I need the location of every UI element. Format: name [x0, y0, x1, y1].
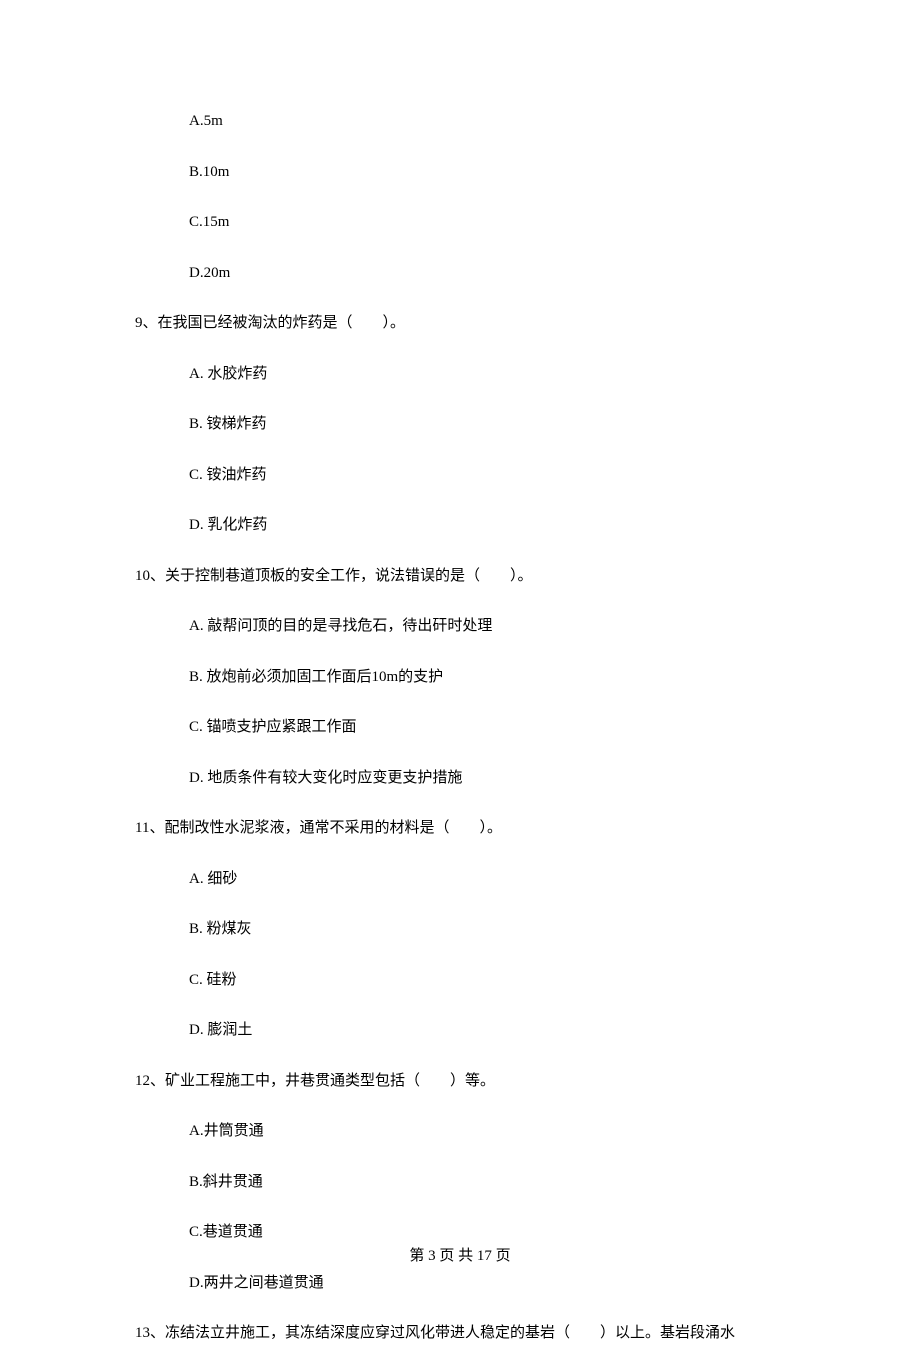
q10-option-c: C. 锚喷支护应紧跟工作面: [189, 716, 785, 739]
q12-option-b: B.斜井贯通: [189, 1171, 785, 1194]
q11-option-d: D. 膨润土: [189, 1019, 785, 1042]
q8-option-c: C.15m: [189, 211, 785, 234]
q11-option-b: B. 粉煤灰: [189, 918, 785, 941]
q9-option-d: D. 乳化炸药: [189, 514, 785, 537]
q13-stem: 13、冻结法立井施工，其冻结深度应穿过风化带进人稳定的基岩（ ）以上。基岩段涌水: [135, 1322, 785, 1345]
q8-option-b: B.10m: [189, 161, 785, 184]
q8-option-d: D.20m: [189, 262, 785, 285]
q9-option-c: C. 铵油炸药: [189, 464, 785, 487]
q8-option-a: A.5m: [189, 110, 785, 133]
q9-stem: 9、在我国已经被淘汰的炸药是（ ）。: [135, 312, 785, 335]
q10-option-b: B. 放炮前必须加固工作面后10m的支护: [189, 666, 785, 689]
q12-option-d: D.两井之间巷道贯通: [189, 1272, 785, 1295]
q11-option-a: A. 细砂: [189, 868, 785, 891]
q11-option-c: C. 硅粉: [189, 969, 785, 992]
page-content: A.5m B.10m C.15m D.20m 9、在我国已经被淘汰的炸药是（ ）…: [0, 0, 920, 1345]
q9-option-b: B. 铵梯炸药: [189, 413, 785, 436]
q11-stem: 11、配制改性水泥浆液，通常不采用的材料是（ ）。: [135, 817, 785, 840]
q10-option-a: A. 敲帮问顶的目的是寻找危石，待出矸时处理: [189, 615, 785, 638]
q9-option-a: A. 水胶炸药: [189, 363, 785, 386]
q10-stem: 10、关于控制巷道顶板的安全工作，说法错误的是（ ）。: [135, 565, 785, 588]
q12-option-a: A.井筒贯通: [189, 1120, 785, 1143]
page-footer: 第 3 页 共 17 页: [0, 1244, 920, 1265]
q10-option-d: D. 地质条件有较大变化时应变更支护措施: [189, 767, 785, 790]
q12-option-c: C.巷道贯通: [189, 1221, 785, 1244]
q12-stem: 12、矿业工程施工中，井巷贯通类型包括（ ）等。: [135, 1070, 785, 1093]
